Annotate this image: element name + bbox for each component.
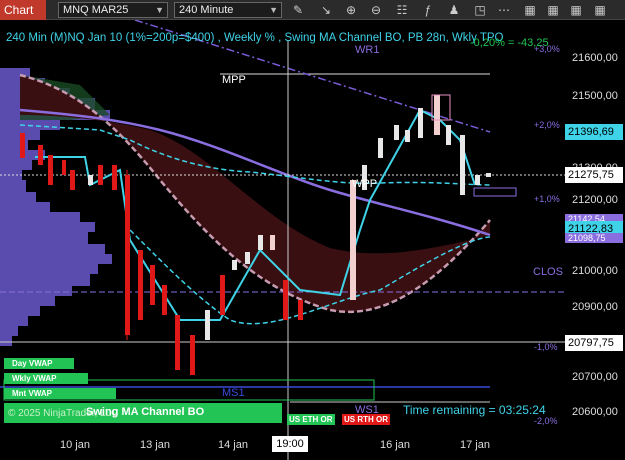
pct-label: +2,0% [534, 120, 560, 130]
price-axis-label: 21600,00 [572, 52, 618, 64]
grid-icon[interactable]: ▦ [592, 2, 608, 18]
us-eth-or-badge: US ETH OR [287, 414, 335, 425]
pct-label: +3,0% [534, 44, 560, 54]
wkly-vwap-button[interactable]: Wkly VWAP [4, 373, 88, 384]
date-axis-label: 16 jan [380, 439, 410, 451]
time-remaining-label: Time remaining = 03:25:24 [403, 403, 546, 417]
price-tag-upper-band: 21396,69 [565, 124, 623, 140]
more-icon[interactable]: ⋯ [496, 2, 512, 18]
pct-label: -1,0% [534, 342, 558, 352]
screenshot-icon[interactable]: ◳ [472, 2, 488, 18]
price-axis-label: 21500,00 [572, 90, 618, 102]
grid-icon[interactable]: ▦ [545, 2, 561, 18]
mnt-vwap-button[interactable]: Mnt VWAP [4, 388, 116, 399]
us-rth-or-badge: US RTH OR [342, 414, 390, 425]
crosshair-date-tag: 19:00 [272, 436, 308, 452]
tpo-box [473, 187, 517, 197]
chart-tab[interactable]: Chart [0, 0, 46, 20]
price-axis-label: 20600,00 [572, 406, 618, 418]
price-tag-channel: 21098,75 [565, 233, 623, 243]
properties-icon[interactable]: ☷ [394, 2, 410, 18]
interval-selector[interactable]: 240 Minute ▼ [174, 2, 282, 18]
chart-toolbar: Chart MNQ MAR25 ▼ 240 Minute ▼ ✎ ↘ ⊕ ⊖ ☷ ƒ… [0, 0, 625, 20]
price-axis-label: 21200,00 [572, 194, 618, 206]
draw-tool-icon[interactable]: ↘ [318, 2, 334, 18]
price-axis-label: 20700,00 [572, 371, 618, 383]
grid-icon[interactable]: ▦ [568, 2, 584, 18]
wpp-label: WPP [352, 178, 378, 190]
instrument-selector[interactable]: MNQ MAR25 ▼ [58, 2, 168, 18]
chart-header: 240 Min (M)NQ Jan 10 (1%=200p=$400) , We… [6, 32, 504, 44]
price-tag-crosshair: 20797,75 [565, 335, 623, 351]
chevron-down-icon: ▼ [155, 5, 164, 15]
date-axis-label: 14 jan [218, 439, 248, 451]
price-axis-label: 20900,00 [572, 301, 618, 313]
date-axis-label: 13 jan [140, 439, 170, 451]
clos-label: CLOS [533, 266, 563, 278]
zoom-in-icon[interactable]: ⊕ [343, 2, 359, 18]
grid-icon[interactable]: ▦ [522, 2, 538, 18]
price-tag-last: 21275,75 [565, 167, 623, 183]
mpp-label: MPP [222, 74, 246, 86]
date-axis-label: 17 jan [460, 439, 490, 451]
day-vwap-button[interactable]: Day VWAP [4, 358, 74, 369]
date-axis-label: 10 jan [60, 439, 90, 451]
chevron-down-icon: ▼ [269, 5, 278, 15]
ms1-label: MS1 [222, 387, 245, 399]
zoom-out-icon[interactable]: ⊖ [368, 2, 384, 18]
draw-pencil-icon[interactable]: ✎ [290, 2, 306, 18]
interval-value: 240 Minute [179, 4, 234, 16]
instrument-value: MNQ MAR25 [63, 4, 129, 16]
price-chart[interactable]: 240 Min (M)NQ Jan 10 (1%=200p=$400) , We… [0, 20, 625, 460]
wr1-label: WR1 [355, 44, 380, 56]
pct-label: -2,0% [534, 416, 558, 426]
strategy-icon[interactable]: ♟ [446, 2, 462, 18]
indicators-icon[interactable]: ƒ [420, 2, 436, 18]
price-axis-label: 21000,00 [572, 265, 618, 277]
pct-label: +1,0% [534, 194, 560, 204]
study-label: Swing MA Channel BO [86, 406, 205, 418]
